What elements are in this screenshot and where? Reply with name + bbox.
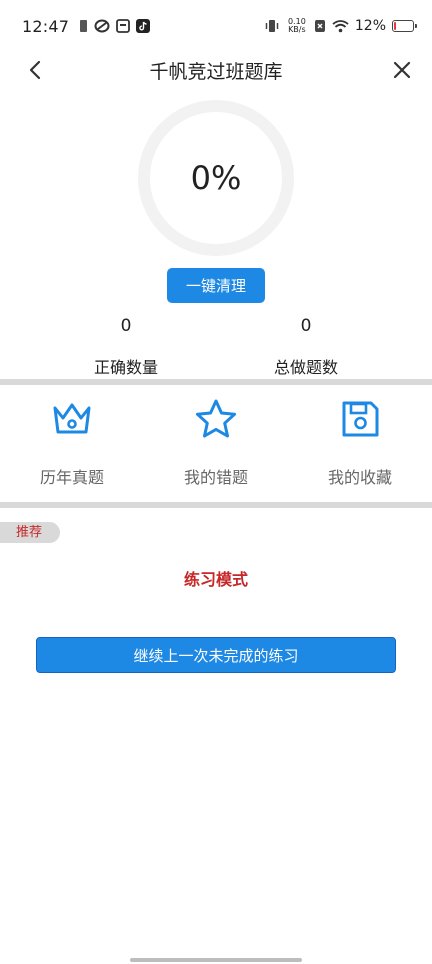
battery-fill <box>394 22 396 30</box>
entry-past-exams[interactable]: 历年真题 <box>12 398 132 488</box>
status-bar: 12:47 0.10 KB/s 12% <box>0 0 432 52</box>
battery-icon <box>392 20 417 32</box>
entry-label: 我的收藏 <box>327 468 392 487</box>
battery-percent: 12% <box>354 18 386 34</box>
close-icon[interactable] <box>390 58 414 82</box>
vibrate-icon <box>265 20 279 32</box>
stat-label: 正确数量 <box>93 358 158 377</box>
title-bar: 千帆竞过班题库 <box>0 52 432 88</box>
chevron-left-icon[interactable] <box>24 58 48 82</box>
entry-label: 我的错题 <box>183 468 248 487</box>
net-speed-unit: KB/s <box>288 25 306 34</box>
clear-button[interactable]: 一键清理 <box>167 268 265 303</box>
continue-practice-button[interactable]: 继续上一次未完成的练习 <box>36 637 396 673</box>
stat-label: 总做题数 <box>273 358 338 377</box>
recommend-tag: 推荐 <box>0 522 60 543</box>
total-count-value: 0 <box>246 316 366 336</box>
no-sim-icon <box>314 20 325 32</box>
section-divider <box>0 379 432 385</box>
app-notification-icon <box>116 19 131 33</box>
sim-icon <box>80 20 88 32</box>
wifi-icon <box>332 20 349 33</box>
progress-percent: 0% <box>190 159 242 197</box>
entry-wrong-questions[interactable]: 我的错题 <box>156 398 276 488</box>
entry-favorites[interactable]: 我的收藏 <box>300 398 420 488</box>
star-icon <box>196 399 236 438</box>
stat-value: 0 <box>120 316 132 336</box>
status-left-icons <box>79 19 151 33</box>
floppy-disk-icon <box>342 401 379 437</box>
home-indicator[interactable] <box>130 958 302 962</box>
practice-mode-title: 练习模式 <box>183 570 248 589</box>
page-title: 千帆竞过班题库 <box>149 60 283 83</box>
net-speed: 0.10 KB/s <box>286 18 308 34</box>
correct-count-value: 0 <box>66 316 186 336</box>
link-icon <box>94 19 110 33</box>
entry-label: 历年真题 <box>39 468 104 487</box>
status-right-icons: 0.10 KB/s 12% <box>264 18 417 34</box>
status-time: 12:47 <box>22 16 70 36</box>
correct-count-label-wrap: 正确数量 <box>66 354 186 378</box>
total-count-label-wrap: 总做题数 <box>246 354 366 378</box>
stat-value: 0 <box>300 316 312 336</box>
section-divider <box>0 502 432 508</box>
crown-icon <box>53 403 91 434</box>
tiktok-icon <box>136 19 151 33</box>
